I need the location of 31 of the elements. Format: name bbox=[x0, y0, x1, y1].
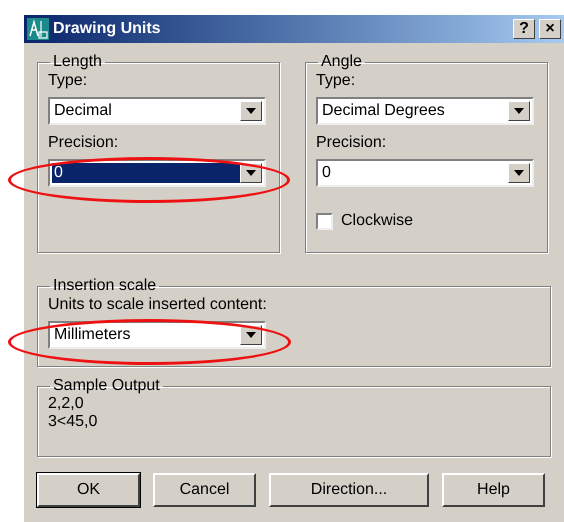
drawing-app-icon bbox=[27, 18, 49, 40]
dialog-button[interactable]: Direction... bbox=[269, 473, 429, 507]
sample-output-line: 2,2,0 bbox=[48, 395, 85, 413]
window-title: Drawing Units bbox=[53, 19, 162, 39]
field-label: Type: bbox=[48, 71, 88, 91]
field-label: Precision: bbox=[316, 133, 386, 153]
dialog-button[interactable]: Cancel bbox=[153, 473, 256, 507]
group-title: Length bbox=[52, 53, 103, 71]
field-label: Units to scale inserted content: bbox=[48, 295, 267, 315]
group-title: Insertion scale bbox=[52, 277, 158, 295]
dropdown-value: Millimeters bbox=[53, 325, 132, 345]
group-title: Angle bbox=[320, 53, 363, 71]
dropdown-value: 0 bbox=[321, 163, 332, 183]
dropdown-field[interactable]: Decimal Degrees bbox=[316, 97, 534, 125]
sample-output-line: 3<45,0 bbox=[48, 413, 98, 431]
group-title: Sample Output bbox=[52, 377, 161, 395]
dropdown-value: 0 bbox=[52, 163, 240, 183]
dropdown-field[interactable]: Decimal bbox=[48, 97, 266, 125]
close-button[interactable]: × bbox=[539, 19, 561, 39]
help-button[interactable]: ? bbox=[513, 19, 535, 39]
dropdown-field[interactable]: 0 bbox=[48, 159, 266, 187]
dialog-button[interactable]: OK bbox=[37, 473, 140, 507]
field-label: Type: bbox=[316, 71, 356, 91]
dropdown-field[interactable]: 0 bbox=[316, 159, 534, 187]
dialog-button[interactable]: Help bbox=[442, 473, 545, 507]
field-label: Precision: bbox=[48, 133, 118, 153]
checkbox[interactable] bbox=[316, 212, 333, 230]
dropdown-value: Decimal Degrees bbox=[321, 101, 446, 121]
checkbox-label: Clockwise bbox=[341, 211, 414, 231]
dropdown-value: Decimal bbox=[53, 101, 113, 121]
dropdown-field[interactable]: Millimeters bbox=[48, 321, 266, 349]
